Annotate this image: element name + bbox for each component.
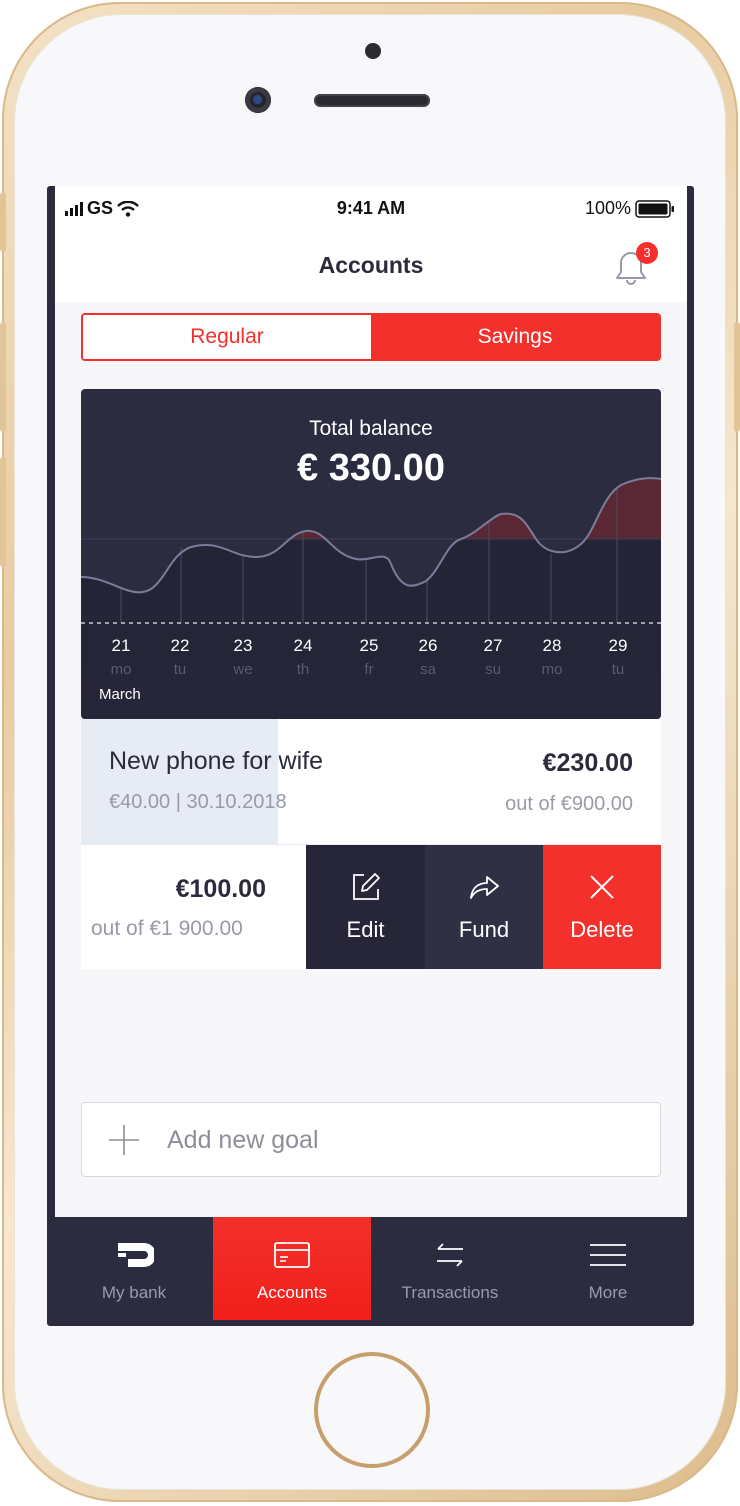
tab-accounts[interactable]: Accounts bbox=[213, 1217, 371, 1320]
header: Accounts 3 bbox=[55, 230, 687, 302]
goal-amount: €100.00 bbox=[175, 875, 266, 903]
page-title: Accounts bbox=[318, 252, 424, 278]
day-number: 28 bbox=[542, 636, 562, 655]
earpiece-speaker bbox=[314, 94, 430, 107]
day-number: 21 bbox=[111, 636, 131, 655]
weekday: th bbox=[296, 661, 310, 678]
tab-transactions[interactable]: Transactions bbox=[371, 1217, 529, 1320]
battery-info: 100% bbox=[585, 198, 675, 219]
volume-down-button bbox=[0, 457, 6, 567]
weekday: mo bbox=[541, 661, 563, 678]
day-label[interactable]: 28 mo bbox=[522, 636, 582, 678]
battery-icon bbox=[635, 199, 674, 218]
delete-button[interactable]: Delete bbox=[543, 845, 661, 969]
tab-label: Accounts bbox=[257, 1283, 327, 1302]
tab-my-bank[interactable]: My bank bbox=[55, 1217, 213, 1320]
goal-last-deposit: €40.00 | 30.10.2018 bbox=[109, 791, 287, 813]
volume-up-button bbox=[0, 322, 6, 432]
notification-badge: 3 bbox=[636, 242, 658, 264]
card-icon bbox=[274, 1242, 310, 1268]
day-label[interactable]: 27 su bbox=[463, 636, 523, 678]
home-button[interactable] bbox=[314, 1352, 430, 1468]
fund-button[interactable]: Fund bbox=[425, 845, 543, 969]
weekday: su bbox=[485, 661, 501, 678]
delete-label: Delete bbox=[570, 917, 634, 942]
tab-bar: My bank Accounts Transactions More bbox=[55, 1217, 687, 1320]
proximity-sensor bbox=[365, 43, 381, 59]
bank-logo-icon bbox=[118, 1243, 154, 1267]
chart-area bbox=[81, 478, 661, 719]
weekday: fr bbox=[364, 661, 374, 678]
hamburger-menu-icon bbox=[590, 1244, 626, 1266]
power-button bbox=[734, 322, 740, 432]
status-bar: GS 9:41 AM 100% bbox=[55, 186, 687, 230]
weekday: sa bbox=[420, 661, 436, 678]
day-number: 25 bbox=[359, 636, 379, 655]
close-icon bbox=[590, 875, 614, 899]
goal-target: out of €1 900.00 bbox=[91, 917, 243, 940]
segment-regular[interactable]: Regular bbox=[83, 315, 371, 359]
weekday: tu bbox=[611, 661, 625, 678]
day-number: 22 bbox=[170, 636, 190, 655]
month-label: March bbox=[99, 686, 141, 703]
add-goal-label: Add new goal bbox=[167, 1126, 319, 1154]
day-label[interactable]: 22 tu bbox=[150, 636, 210, 678]
day-label[interactable]: 26 sa bbox=[398, 636, 458, 678]
weekday: we bbox=[233, 661, 253, 678]
day-label[interactable]: 24 th bbox=[273, 636, 333, 678]
goal-target: out of €900.00 bbox=[505, 793, 633, 815]
account-type-segment: Regular Savings bbox=[81, 313, 661, 361]
segment-savings[interactable]: Savings bbox=[371, 315, 659, 359]
goal-progress-fill bbox=[81, 719, 279, 844]
tab-label: Transactions bbox=[401, 1283, 499, 1302]
edit-button[interactable]: Edit bbox=[306, 845, 425, 969]
day-number: 29 bbox=[608, 636, 628, 655]
transfer-arrows-icon bbox=[437, 1243, 463, 1267]
day-number: 24 bbox=[293, 636, 313, 655]
goal-card[interactable]: New phone for wife €40.00 | 30.10.2018 €… bbox=[81, 719, 661, 844]
app-screen: GS 9:41 AM 100% Accounts 3 Regular Savin… bbox=[55, 186, 687, 1320]
goal-amount: €230.00 bbox=[542, 749, 633, 777]
day-label[interactable]: 21 mo bbox=[91, 636, 151, 678]
day-number: 27 bbox=[483, 636, 503, 655]
goal-name: New phone for wife bbox=[109, 747, 324, 775]
total-balance-label: Total balance bbox=[309, 417, 433, 440]
fund-label: Fund bbox=[458, 917, 510, 942]
front-camera bbox=[245, 87, 271, 113]
mute-switch bbox=[0, 192, 6, 252]
day-number: 23 bbox=[233, 636, 253, 655]
edit-icon bbox=[352, 873, 380, 900]
balance-chart-card: Total balance € 330.00 21 mo 22 tu 23 we… bbox=[81, 389, 661, 719]
total-balance-amount: € 330.00 bbox=[297, 447, 445, 489]
goal-card-swiped[interactable]: €100.00 out of €1 900.00 Edit Fund Delet… bbox=[81, 844, 661, 969]
tab-label: More bbox=[588, 1283, 628, 1302]
day-label[interactable]: 25 fr bbox=[339, 636, 399, 678]
add-goal-button[interactable]: Add new goal bbox=[81, 1102, 661, 1177]
battery-percent: 100% bbox=[584, 198, 631, 218]
edit-label: Edit bbox=[346, 917, 385, 942]
plus-icon bbox=[109, 1125, 139, 1155]
tab-more[interactable]: More bbox=[529, 1217, 687, 1320]
screen: GS 9:41 AM 100% Accounts 3 Regular Savin… bbox=[47, 186, 694, 1326]
share-arrow-icon bbox=[470, 876, 499, 899]
weekday: tu bbox=[173, 661, 187, 678]
notifications-button[interactable]: 3 bbox=[608, 242, 658, 288]
day-label[interactable]: 29 tu bbox=[588, 636, 648, 678]
tab-label: My bank bbox=[101, 1283, 167, 1302]
day-label[interactable]: 23 we bbox=[213, 636, 273, 678]
day-number: 26 bbox=[418, 636, 438, 655]
weekday: mo bbox=[110, 661, 132, 678]
